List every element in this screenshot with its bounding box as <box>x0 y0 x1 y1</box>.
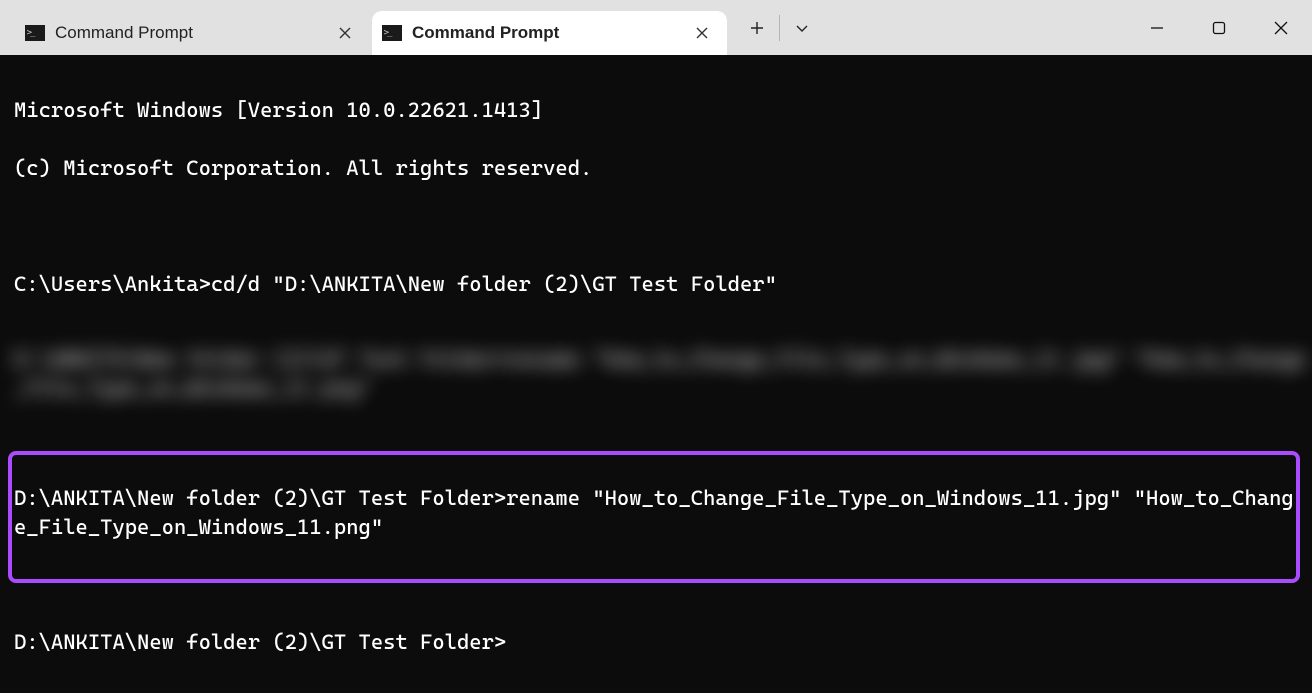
close-icon <box>339 27 351 39</box>
tabs-area: Command Prompt Command Prompt <box>0 0 727 55</box>
terminal[interactable]: Microsoft Windows [Version 10.0.22621.14… <box>0 55 1312 693</box>
blurred-content: D:\ANKITA\New folder (2)\GT Test Folder>… <box>0 334 1310 414</box>
current-prompt: D:\ANKITA\New folder (2)\GT Test Folder> <box>14 628 1310 657</box>
tab-label: Command Prompt <box>55 23 322 43</box>
tab-cmd-1[interactable]: Command Prompt <box>15 11 370 55</box>
command-text: cd/d "D:\ANKITA\New folder (2)\GT Test F… <box>211 272 777 296</box>
prompt: D:\ANKITA\New folder (2)\GT Test Folder> <box>14 486 506 510</box>
minimize-button[interactable] <box>1126 4 1188 52</box>
copyright-line: (c) Microsoft Corporation. All rights re… <box>14 154 1310 183</box>
cmd-icon <box>25 25 45 41</box>
chevron-down-icon <box>795 21 809 35</box>
close-window-button[interactable] <box>1250 4 1312 52</box>
maximize-button[interactable] <box>1188 4 1250 52</box>
annotation-highlight: D:\ANKITA\New folder (2)\GT Test Folder>… <box>8 451 1300 583</box>
tab-cmd-2-active[interactable]: Command Prompt <box>372 11 727 55</box>
tab-close-button[interactable] <box>332 20 358 46</box>
tab-dropdown-button[interactable] <box>780 6 824 50</box>
prompt: D:\ANKITA\New folder (2)\GT Test Folder> <box>14 630 506 654</box>
close-icon <box>1274 21 1288 35</box>
tab-close-button[interactable] <box>689 20 715 46</box>
cmd-line-highlight: D:\ANKITA\New folder (2)\GT Test Folder>… <box>14 484 1294 542</box>
titlebar: Command Prompt Command Prompt <box>0 0 1312 55</box>
maximize-icon <box>1212 21 1226 35</box>
blank-line <box>14 212 1310 241</box>
cmd-icon <box>382 25 402 41</box>
tab-actions <box>735 0 824 55</box>
minimize-icon <box>1150 21 1164 35</box>
plus-icon <box>750 21 764 35</box>
version-line: Microsoft Windows [Version 10.0.22621.14… <box>14 96 1310 125</box>
prompt: C:\Users\Ankita> <box>14 272 211 296</box>
new-tab-button[interactable] <box>735 6 779 50</box>
close-icon <box>696 27 708 39</box>
window-controls <box>1126 0 1312 55</box>
tab-label: Command Prompt <box>412 23 679 43</box>
cmd-line-1: C:\Users\Ankita>cd/d "D:\ANKITA\New fold… <box>14 270 1310 299</box>
